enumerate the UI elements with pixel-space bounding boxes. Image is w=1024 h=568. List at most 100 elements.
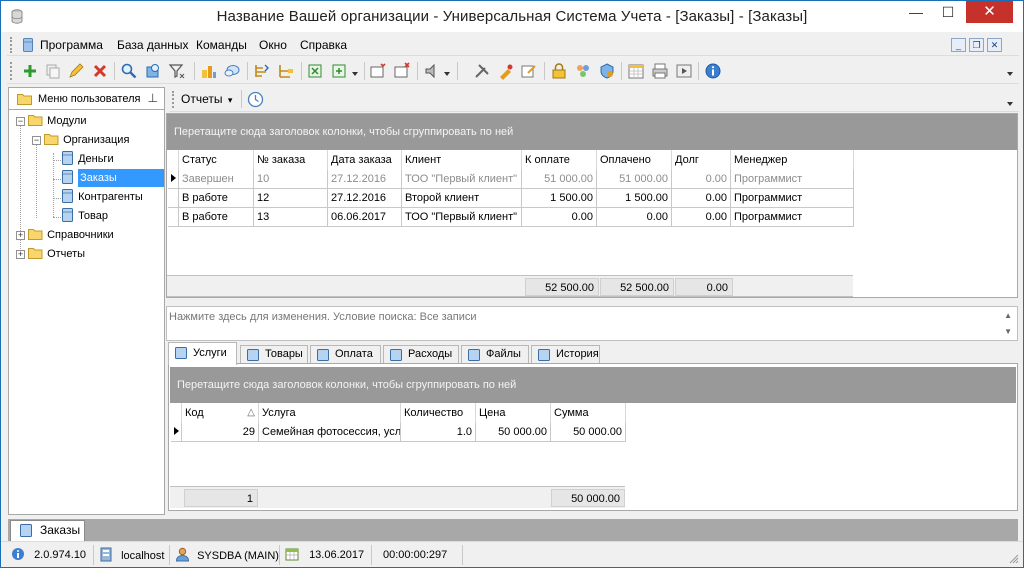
scroll-down-icon[interactable]: ▼ [1004,327,1012,336]
mdi-restore-button[interactable]: ❐ [969,38,984,52]
column-header-to-pay[interactable]: К оплате [521,150,597,170]
close-button[interactable]: ✕ [966,1,1013,23]
tab-history[interactable]: История [531,345,600,364]
cell-code[interactable]: 29 [181,422,259,442]
cell-quantity[interactable]: 1.0 [400,422,476,442]
note-edit-icon[interactable] [520,62,538,80]
cell-number[interactable]: 12 [253,188,328,208]
cell-paid[interactable]: 0.00 [596,207,672,227]
resize-grip-icon[interactable] [1009,554,1019,564]
tree-expander[interactable]: − [16,117,25,126]
filter-condition-bar[interactable]: Нажмите здесь для изменения. Условие пои… [166,306,1018,341]
table-row[interactable]: В работе 12 27.12.2016 Второй клиент 1 5… [167,188,854,208]
calendar-grid-icon[interactable] [627,62,645,80]
cell-client[interactable]: Второй клиент [401,188,522,208]
info-icon[interactable] [704,62,722,80]
close-window-icon[interactable] [393,62,411,80]
tree-item-money[interactable]: Деньги [62,150,114,168]
add-icon[interactable] [21,62,39,80]
tab-files[interactable]: Файлы [461,345,529,364]
window-tab-orders[interactable]: Заказы [10,520,85,541]
cell-status[interactable]: В работе [178,188,254,208]
group-by-area[interactable]: Перетащите сюда заголовок колонки, чтобы… [170,367,1016,403]
cell-manager[interactable]: Программист [730,169,854,189]
toolbar-grip[interactable] [172,91,175,108]
pin-icon[interactable]: ⊥ [148,91,158,105]
tab-services[interactable]: Услуги [168,342,237,365]
clock-icon[interactable] [247,91,264,108]
cell-number[interactable]: 10 [253,169,328,189]
column-header-paid[interactable]: Оплачено [596,150,672,170]
menu-program[interactable]: Программа [40,38,103,52]
column-header-price[interactable]: Цена [475,403,551,423]
table-row[interactable]: 29 Семейная фотосессия, усл 1.0 50 000.0… [170,422,626,442]
cell-manager[interactable]: Программист [730,188,854,208]
search-icon[interactable] [120,62,138,80]
security-icon[interactable] [598,62,616,80]
tree-expander[interactable]: + [16,231,25,240]
tab-goods[interactable]: Товары [240,345,308,364]
mdi-minimize-button[interactable]: _ [951,38,966,52]
cell-sum[interactable]: 50 000.00 [550,422,626,442]
tree-item-contractors[interactable]: Контрагенты [62,188,143,206]
cell-client[interactable]: ТОО "Первый клиент" [401,207,522,227]
reports-dropdown-button[interactable]: Отчеты ▾ [181,92,232,106]
print-icon[interactable] [651,62,669,80]
lock-icon[interactable] [550,62,568,80]
menu-commands[interactable]: Команды [196,38,247,52]
column-header-quantity[interactable]: Количество [400,403,476,423]
menu-database[interactable]: База данных [117,38,188,52]
cell-to-pay[interactable]: 51 000.00 [521,169,597,189]
column-header-date[interactable]: Дата заказа [327,150,402,170]
chevron-down-icon[interactable] [352,72,358,76]
chevron-down-icon[interactable] [444,72,450,76]
audio-icon[interactable] [423,62,441,80]
toolbar-grip[interactable] [10,62,13,80]
tools-icon[interactable] [473,62,491,80]
tree-item-organization[interactable]: Организация [44,131,129,149]
export-dropdown-icon[interactable] [331,62,349,80]
cell-status[interactable]: В работе [178,207,254,227]
cell-date[interactable]: 06.06.2017 [327,207,402,227]
cell-debt[interactable]: 0.00 [671,169,731,189]
cell-number[interactable]: 13 [253,207,328,227]
tab-payment[interactable]: Оплата [310,345,381,364]
group-by-area[interactable]: Перетащите сюда заголовок колонки, чтобы… [167,114,1017,150]
users-icon[interactable] [574,62,592,80]
column-header-code[interactable]: Код △ [181,403,259,423]
copy-icon[interactable] [44,62,62,80]
cell-to-pay[interactable]: 0.00 [521,207,597,227]
paint-icon[interactable] [497,62,515,80]
column-header-number[interactable]: № заказа [253,150,328,170]
toolbar-overflow-icon[interactable] [1007,72,1013,76]
new-window-icon[interactable] [369,62,387,80]
comment-icon[interactable] [223,62,241,80]
cell-paid[interactable]: 1 500.00 [596,188,672,208]
column-header-debt[interactable]: Долг [671,150,731,170]
tree-item-reports[interactable]: Отчеты [28,245,85,263]
tree-item-references[interactable]: Справочники [28,226,114,244]
tree-item-orders[interactable]: Заказы [62,169,165,187]
toolbar-overflow-icon[interactable] [1007,102,1013,106]
media-icon[interactable] [675,62,693,80]
filter-text[interactable]: Нажмите здесь для изменения. Условие пои… [169,311,477,323]
column-header-manager[interactable]: Менеджер [730,150,854,170]
tree-item-modules[interactable]: Модули [28,112,86,130]
column-header-client[interactable]: Клиент [401,150,522,170]
menu-window[interactable]: Окно [259,38,287,52]
cell-paid[interactable]: 51 000.00 [596,169,672,189]
menu-help[interactable]: Справка [300,38,347,52]
delete-icon[interactable] [91,62,109,80]
column-header-sum[interactable]: Сумма [550,403,626,423]
edit-icon[interactable] [67,62,85,80]
cell-status[interactable]: Завершен [178,169,254,189]
table-row[interactable]: В работе 13 06.06.2017 ТОО "Первый клиен… [167,207,854,227]
cell-manager[interactable]: Программист [730,207,854,227]
tree-expander[interactable]: − [32,136,41,145]
minimize-button[interactable]: — [901,1,931,23]
cell-to-pay[interactable]: 1 500.00 [521,188,597,208]
cell-debt[interactable]: 0.00 [671,188,731,208]
find-next-icon[interactable] [144,62,162,80]
table-row[interactable]: Завершен 10 27.12.2016 ТОО "Первый клиен… [167,169,854,189]
mdi-close-button[interactable]: ✕ [987,38,1002,52]
